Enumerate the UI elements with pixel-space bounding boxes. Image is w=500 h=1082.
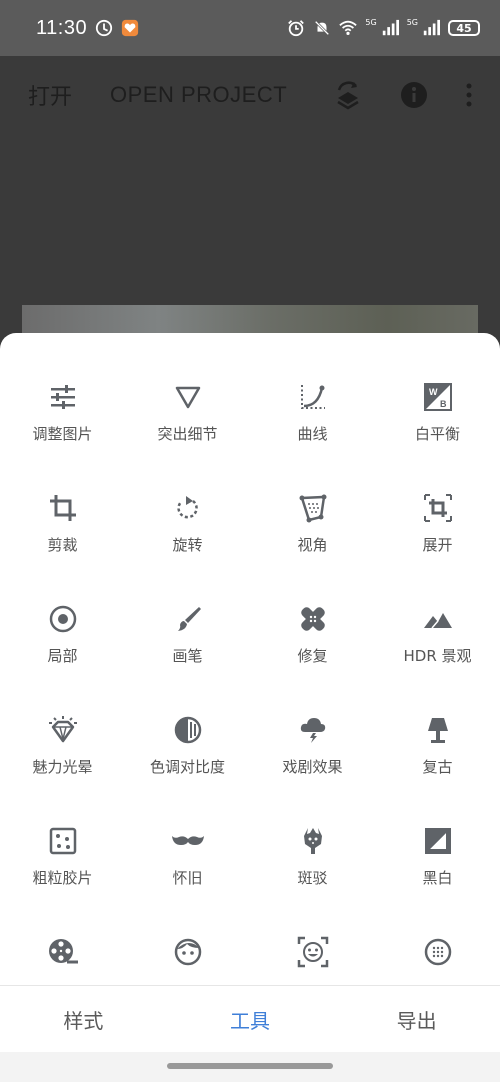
tool-grainy-film[interactable]: 粗粒胶片 (0, 824, 125, 935)
tool-expand[interactable]: 展开 (375, 491, 500, 602)
gesture-bar-area (0, 1052, 500, 1082)
tune-icon (50, 385, 75, 409)
selective-icon (49, 605, 76, 633)
more-options-icon[interactable] (466, 83, 472, 107)
open-button[interactable]: 打开 (28, 79, 72, 111)
vintage-lamp-icon (427, 718, 448, 743)
tool-label: 怀旧 (172, 869, 203, 887)
tool-label: 局部 (47, 647, 78, 665)
tool-brush[interactable]: 画笔 (125, 602, 250, 713)
black-white-icon (424, 828, 451, 854)
signal-icon (423, 19, 440, 36)
tool-label: 画笔 (172, 647, 203, 665)
layers-undo-icon[interactable] (334, 80, 362, 110)
tool-tune-image[interactable]: 调整图片 (0, 380, 125, 491)
healing-icon (300, 607, 325, 631)
triangle-icon (175, 386, 200, 409)
curves-icon (300, 385, 325, 409)
tool-healing[interactable]: 修复 (250, 602, 375, 713)
tool-label: 黑白 (422, 869, 453, 887)
tool-label: 视角 (297, 536, 328, 554)
tool-curves[interactable]: 曲线 (250, 380, 375, 491)
mute-icon (315, 20, 330, 36)
svg-text:W: W (429, 387, 438, 397)
signal-icon (382, 19, 399, 36)
tool-hdr[interactable]: HDR 景观 (375, 602, 500, 713)
tool-label: 突出细节 (157, 425, 218, 443)
tool-label: 魅力光晕 (32, 758, 93, 776)
tools-sheet: 调整图片 突出细节 曲线 W B 白平衡 剪裁 旋转 视角 展开 局部 画笔 修… (0, 333, 500, 985)
face-icon (174, 938, 201, 966)
tonal-contrast-icon (174, 716, 201, 744)
info-icon[interactable] (400, 81, 428, 109)
status-time: 11:30 (36, 16, 88, 39)
photo-preview (22, 305, 478, 333)
tool-label: 复古 (422, 758, 453, 776)
grainy-film-icon (49, 827, 76, 855)
tool-label: 斑驳 (297, 869, 328, 887)
network-type-2: 5G (406, 17, 418, 27)
tool-label: 戏剧效果 (282, 758, 343, 776)
film-reel-icon (48, 939, 78, 964)
tool-label: 粗粒胶片 (32, 869, 93, 887)
data-saver-icon (95, 19, 113, 37)
svg-text:B: B (440, 399, 447, 409)
network-type-1: 5G (365, 17, 377, 27)
tool-grunge[interactable]: 斑驳 (250, 824, 375, 935)
expand-icon (423, 494, 452, 522)
crop-icon (49, 495, 76, 521)
home-indicator[interactable] (167, 1063, 333, 1069)
glamour-glow-icon (48, 716, 77, 743)
tool-glamour-glow[interactable]: 魅力光晕 (0, 713, 125, 824)
tool-label: 曲线 (297, 425, 328, 443)
tool-label: 色调对比度 (149, 758, 225, 776)
drama-icon (300, 718, 325, 743)
white-balance-icon: W B (423, 383, 452, 411)
tools-grid: 调整图片 突出细节 曲线 W B 白平衡 剪裁 旋转 视角 展开 局部 画笔 修… (0, 333, 500, 985)
tool-retrolux[interactable]: 怀旧 (125, 824, 250, 935)
tool-rotate[interactable]: 旋转 (125, 491, 250, 602)
tool-details[interactable]: 突出细节 (125, 380, 250, 491)
tool-label: 调整图片 (32, 425, 93, 443)
tab-styles[interactable]: 样式 (0, 986, 167, 1052)
tool-drama[interactable]: 戏剧效果 (250, 713, 375, 824)
mustache-icon (171, 836, 204, 845)
grunge-icon (303, 828, 322, 854)
tool-perspective[interactable]: 视角 (250, 491, 375, 602)
tool-lens-blur[interactable] (375, 935, 500, 985)
wifi-icon (339, 20, 358, 36)
brush-icon (177, 607, 201, 631)
face-frame-icon (297, 936, 328, 968)
tool-crop[interactable]: 剪裁 (0, 491, 125, 602)
lens-blur-icon (424, 938, 451, 966)
alarm-icon (288, 20, 305, 37)
tool-selective[interactable]: 局部 (0, 602, 125, 713)
tool-face-frame[interactable] (250, 935, 375, 985)
app-bar: 打开 OPEN PROJECT (0, 56, 500, 134)
tool-label: 白平衡 (414, 425, 460, 443)
open-project-button[interactable]: OPEN PROJECT (110, 82, 287, 108)
tool-face[interactable] (125, 935, 250, 985)
tool-film-reel[interactable] (0, 935, 125, 985)
tool-label: 修复 (297, 647, 328, 665)
status-bar: 11:30 5G 5G 45 (0, 0, 500, 56)
battery-indicator: 45 (448, 20, 480, 36)
tool-vintage[interactable]: 复古 (375, 713, 500, 824)
tool-label: 旋转 (172, 536, 203, 554)
app-notification-icon (121, 19, 139, 37)
rotate-icon (176, 496, 198, 519)
bottom-navigation: 样式 工具 导出 (0, 985, 500, 1052)
tool-white-balance[interactable]: W B 白平衡 (375, 380, 500, 491)
tab-export[interactable]: 导出 (333, 986, 500, 1052)
perspective-icon (299, 494, 326, 523)
tool-label: HDR 景观 (403, 647, 472, 665)
tab-tools[interactable]: 工具 (167, 986, 334, 1052)
tool-black-white[interactable]: 黑白 (375, 824, 500, 935)
tool-label: 展开 (422, 536, 453, 554)
tool-label: 剪裁 (47, 536, 78, 554)
mountains-icon (423, 613, 452, 629)
tool-tonal-contrast[interactable]: 色调对比度 (125, 713, 250, 824)
